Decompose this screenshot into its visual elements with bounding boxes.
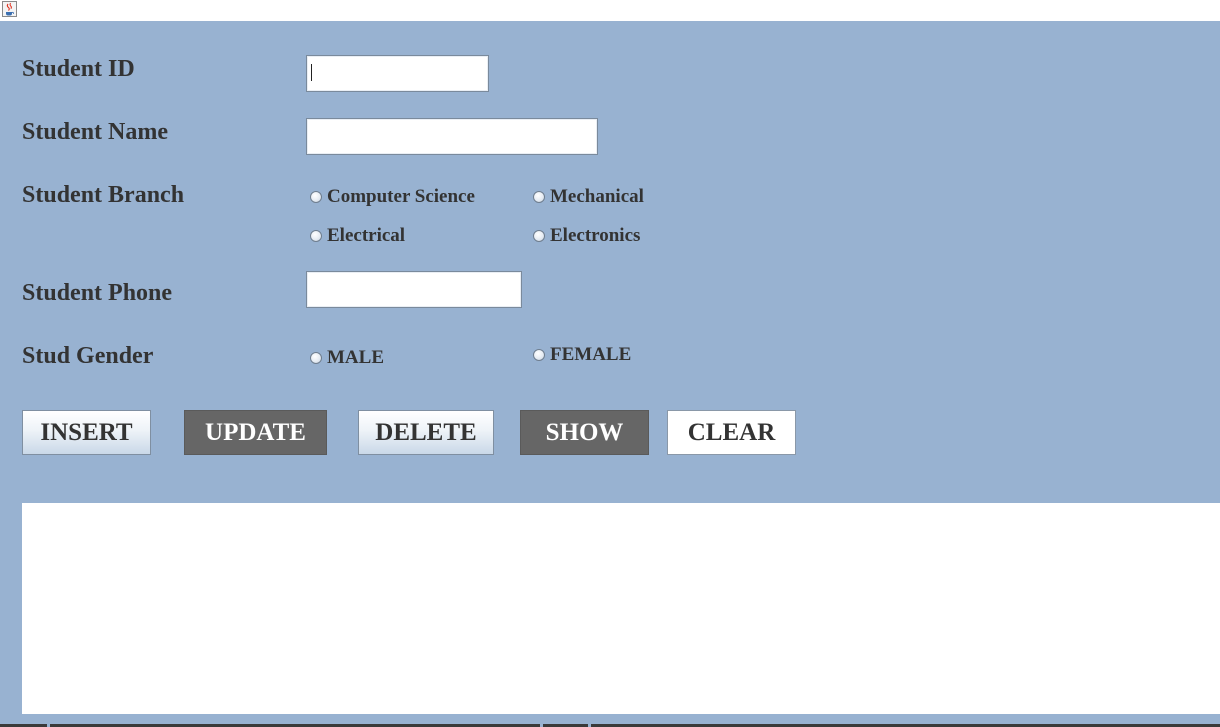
radio-circle-icon[interactable] (310, 191, 322, 203)
records-output-area[interactable] (22, 503, 1220, 714)
radio-circle-icon[interactable] (310, 230, 322, 242)
radio-circle-icon[interactable] (533, 191, 545, 203)
java-cup-icon (2, 1, 17, 17)
clear-button[interactable]: CLEAR (667, 410, 796, 455)
radio-mechanical[interactable]: Mechanical (533, 186, 644, 208)
update-button[interactable]: UPDATE (184, 410, 327, 455)
radio-female[interactable]: FEMALE (533, 344, 631, 366)
radio-label-mechanical: Mechanical (550, 186, 644, 207)
radio-label-electronics: Electronics (550, 225, 641, 246)
radio-label-female: FEMALE (550, 344, 632, 365)
text-caret (311, 64, 312, 81)
radio-circle-icon[interactable] (310, 352, 322, 364)
stud-gender-label: Stud Gender (22, 343, 154, 369)
radio-electrical[interactable]: Electrical (310, 225, 405, 247)
student-id-field[interactable] (306, 55, 489, 92)
student-branch-label: Student Branch (22, 182, 185, 208)
student-phone-label: Student Phone (22, 280, 173, 306)
window-title-bar (0, 0, 1220, 21)
radio-computer-science[interactable]: Computer Science (310, 186, 475, 208)
radio-label-male: MALE (327, 347, 384, 368)
student-name-label: Student Name (22, 119, 169, 145)
delete-button[interactable]: DELETE (358, 410, 494, 455)
student-id-label: Student ID (22, 56, 135, 82)
radio-label-computer-science: Computer Science (327, 186, 475, 207)
student-phone-field[interactable] (306, 271, 522, 308)
radio-circle-icon[interactable] (533, 349, 545, 361)
radio-label-electrical: Electrical (327, 225, 406, 246)
show-button[interactable]: SHOW (520, 410, 649, 455)
radio-circle-icon[interactable] (533, 230, 545, 242)
radio-male[interactable]: MALE (310, 347, 384, 369)
student-name-field[interactable] (306, 118, 598, 155)
insert-button[interactable]: INSERT (22, 410, 151, 455)
radio-electronics[interactable]: Electronics (533, 225, 640, 247)
